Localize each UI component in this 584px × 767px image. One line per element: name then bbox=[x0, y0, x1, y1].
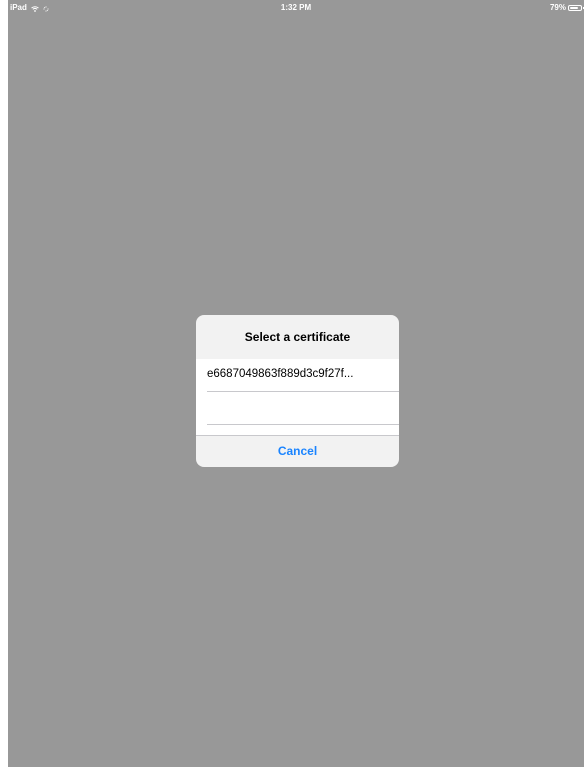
cancel-button[interactable]: Cancel bbox=[196, 436, 399, 467]
alert-title: Select a certificate bbox=[244, 330, 351, 344]
screen: iPad 1:32 PM 79% Select a certificate e6… bbox=[8, 0, 584, 767]
status-right: 79% bbox=[549, 3, 584, 12]
battery-icon bbox=[568, 4, 584, 11]
status-bar: iPad 1:32 PM 79% bbox=[8, 0, 584, 14]
certificate-option[interactable]: e6687049863f889d3c9f27f... bbox=[207, 359, 399, 392]
battery-percent: 79% bbox=[549, 3, 566, 12]
battery-fill bbox=[570, 6, 578, 9]
status-time: 1:32 PM bbox=[280, 3, 312, 12]
certificate-alert: Select a certificate e6687049863f889d3c9… bbox=[196, 315, 399, 467]
certificate-list: e6687049863f889d3c9f27f... bbox=[196, 359, 399, 435]
certificate-option[interactable] bbox=[207, 392, 399, 425]
